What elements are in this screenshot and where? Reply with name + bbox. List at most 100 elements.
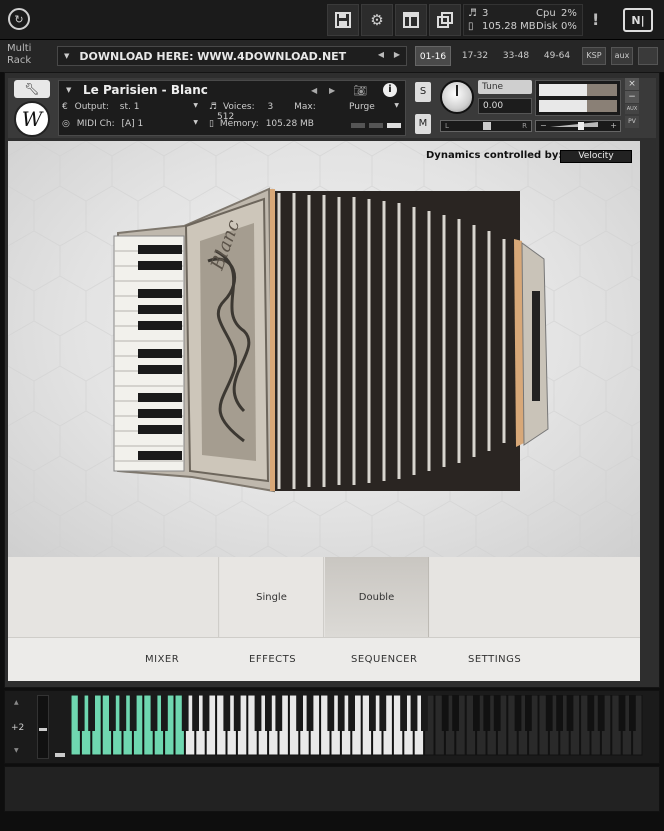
tune-value[interactable]: 0.00 bbox=[478, 98, 532, 114]
mute-button[interactable]: M bbox=[415, 114, 431, 134]
tune-knob[interactable] bbox=[440, 80, 474, 114]
tab-33-48[interactable]: 33-48 bbox=[497, 46, 535, 66]
piano-black-key[interactable] bbox=[545, 695, 553, 731]
piano-black-key[interactable] bbox=[119, 695, 127, 731]
piano-black-key[interactable] bbox=[161, 695, 168, 731]
piano-black-key[interactable] bbox=[629, 695, 636, 731]
octave-down-icon[interactable]: ▼ bbox=[14, 747, 19, 754]
disk-label: Disk bbox=[536, 21, 558, 32]
piano-black-key[interactable] bbox=[265, 695, 272, 731]
piano-black-key[interactable] bbox=[306, 695, 314, 731]
tab-01-16[interactable]: 01-16 bbox=[415, 46, 451, 66]
info-icon[interactable]: i bbox=[383, 83, 397, 97]
piano-black-key[interactable] bbox=[109, 695, 116, 731]
pitch-wheel[interactable] bbox=[37, 695, 49, 759]
mode-double-label: Double bbox=[358, 591, 395, 603]
save-icon[interactable] bbox=[327, 4, 359, 36]
alert-indicator[interactable]: ! bbox=[592, 10, 599, 29]
piano-black-key[interactable] bbox=[483, 695, 491, 731]
memory-icon: ▯ bbox=[468, 21, 474, 32]
piano-black-key[interactable] bbox=[473, 695, 480, 731]
purge-dropdown[interactable]: Purge ▼ bbox=[347, 102, 403, 117]
close-instrument-icon[interactable]: × bbox=[625, 78, 639, 90]
volume-handle[interactable] bbox=[578, 122, 584, 130]
nav-effects[interactable]: EFFECTS bbox=[249, 654, 296, 665]
piano-black-key[interactable] bbox=[556, 695, 563, 731]
piano-black-key[interactable] bbox=[150, 695, 158, 731]
piano-black-key[interactable] bbox=[514, 695, 522, 731]
aux-toggle[interactable]: AUX bbox=[625, 104, 639, 114]
piano-black-key[interactable] bbox=[421, 695, 428, 731]
piano-black-key[interactable] bbox=[597, 695, 605, 731]
piano-black-key[interactable] bbox=[348, 695, 355, 731]
rack-extra-button[interactable] bbox=[638, 47, 658, 65]
piano-black-key[interactable] bbox=[192, 695, 199, 731]
piano-black-key[interactable] bbox=[452, 695, 459, 731]
piano-black-key[interactable] bbox=[129, 695, 137, 731]
prev-arrow-icon[interactable]: ◀ bbox=[378, 50, 384, 59]
instrument-name[interactable]: Le Parisien - Blanc bbox=[83, 83, 208, 97]
midi-row[interactable]: ◎ MIDI Ch: [A] 1 ▼ bbox=[62, 119, 202, 134]
mode-double-button[interactable]: Double bbox=[325, 557, 429, 637]
tab-17-32[interactable]: 17-32 bbox=[456, 46, 494, 66]
piano-black-key[interactable] bbox=[587, 695, 595, 731]
mode-button-row: Single Double bbox=[8, 557, 640, 637]
piano-black-key[interactable] bbox=[181, 695, 189, 731]
mode-single-button[interactable]: Single bbox=[220, 557, 324, 637]
tab-49-64[interactable]: 49-64 bbox=[538, 46, 576, 66]
rack-title-line2: Rack bbox=[7, 55, 32, 66]
piano-black-key[interactable] bbox=[77, 695, 85, 731]
piano-black-key[interactable] bbox=[566, 695, 574, 731]
aux-button[interactable]: aux bbox=[611, 47, 633, 65]
piano-black-key[interactable] bbox=[400, 695, 407, 731]
mod-wheel-indicator[interactable] bbox=[55, 753, 65, 757]
volume-slider[interactable]: − + bbox=[535, 120, 621, 132]
next-instrument-icon[interactable]: ▶ bbox=[329, 86, 335, 95]
resize-window-icon[interactable] bbox=[429, 4, 461, 36]
minimize-instrument-icon[interactable]: − bbox=[625, 91, 639, 103]
piano-black-key[interactable] bbox=[327, 695, 335, 731]
ni-logo-icon[interactable]: N| bbox=[623, 8, 653, 32]
output-row[interactable]: € Output: st. 1 ▼ bbox=[62, 102, 202, 117]
nav-settings[interactable]: SETTINGS bbox=[468, 654, 521, 665]
piano-black-key[interactable] bbox=[369, 695, 376, 731]
piano-keyboard[interactable] bbox=[71, 695, 643, 759]
piano-black-key[interactable] bbox=[441, 695, 449, 731]
purge-label: Purge bbox=[349, 102, 375, 112]
piano-black-key[interactable] bbox=[233, 695, 241, 731]
view-layout-icon[interactable] bbox=[395, 4, 427, 36]
piano-black-key[interactable] bbox=[223, 695, 231, 731]
piano-black-key[interactable] bbox=[618, 695, 626, 731]
piano-black-key[interactable] bbox=[202, 695, 210, 731]
nav-mixer[interactable]: MIXER bbox=[145, 654, 179, 665]
piano-black-key[interactable] bbox=[337, 695, 345, 731]
piano-black-key[interactable] bbox=[254, 695, 262, 731]
next-arrow-icon[interactable]: ▶ bbox=[394, 50, 400, 59]
top-toolbar: ↻ ⚙ ♬ 3 ▯ 105.28 MB Cpu 2% Disk 0% ! N| bbox=[0, 0, 664, 40]
gear-icon[interactable]: ⚙ bbox=[361, 4, 393, 36]
camera-icon[interactable]: 📷︎ bbox=[353, 84, 367, 97]
piano-black-key[interactable] bbox=[379, 695, 387, 731]
output-icon: € bbox=[62, 102, 68, 112]
prev-instrument-icon[interactable]: ◀ bbox=[311, 86, 317, 95]
piano-black-key[interactable] bbox=[296, 695, 303, 731]
kontakt-logo-icon[interactable]: ↻ bbox=[8, 8, 30, 30]
octave-up-icon[interactable]: ▲ bbox=[14, 699, 19, 706]
dynamics-selector[interactable]: Velocity bbox=[560, 150, 632, 163]
wrench-icon[interactable]: 🔧︎ bbox=[14, 80, 50, 98]
solo-button[interactable]: S bbox=[415, 82, 431, 102]
chevron-down-icon[interactable]: ▼ bbox=[66, 86, 71, 94]
ksp-button[interactable]: KSP bbox=[582, 47, 606, 65]
piano-black-key[interactable] bbox=[275, 695, 283, 731]
pan-slider[interactable]: L R bbox=[440, 120, 532, 132]
piano-black-key[interactable] bbox=[525, 695, 532, 731]
piano-black-key[interactable] bbox=[88, 695, 95, 731]
pv-toggle[interactable]: PV bbox=[625, 116, 639, 128]
pan-handle[interactable] bbox=[483, 122, 491, 130]
nav-sequencer[interactable]: SEQUENCER bbox=[351, 654, 417, 665]
piano-black-key[interactable] bbox=[493, 695, 501, 731]
rack-preset-selector[interactable]: ▼ DOWNLOAD HERE: WWW.4DOWNLOAD.NET ◀ ▶ bbox=[57, 46, 407, 66]
piano-black-key[interactable] bbox=[410, 695, 418, 731]
library-logo[interactable]: W bbox=[14, 101, 50, 137]
midi-label: MIDI Ch: bbox=[76, 119, 115, 129]
